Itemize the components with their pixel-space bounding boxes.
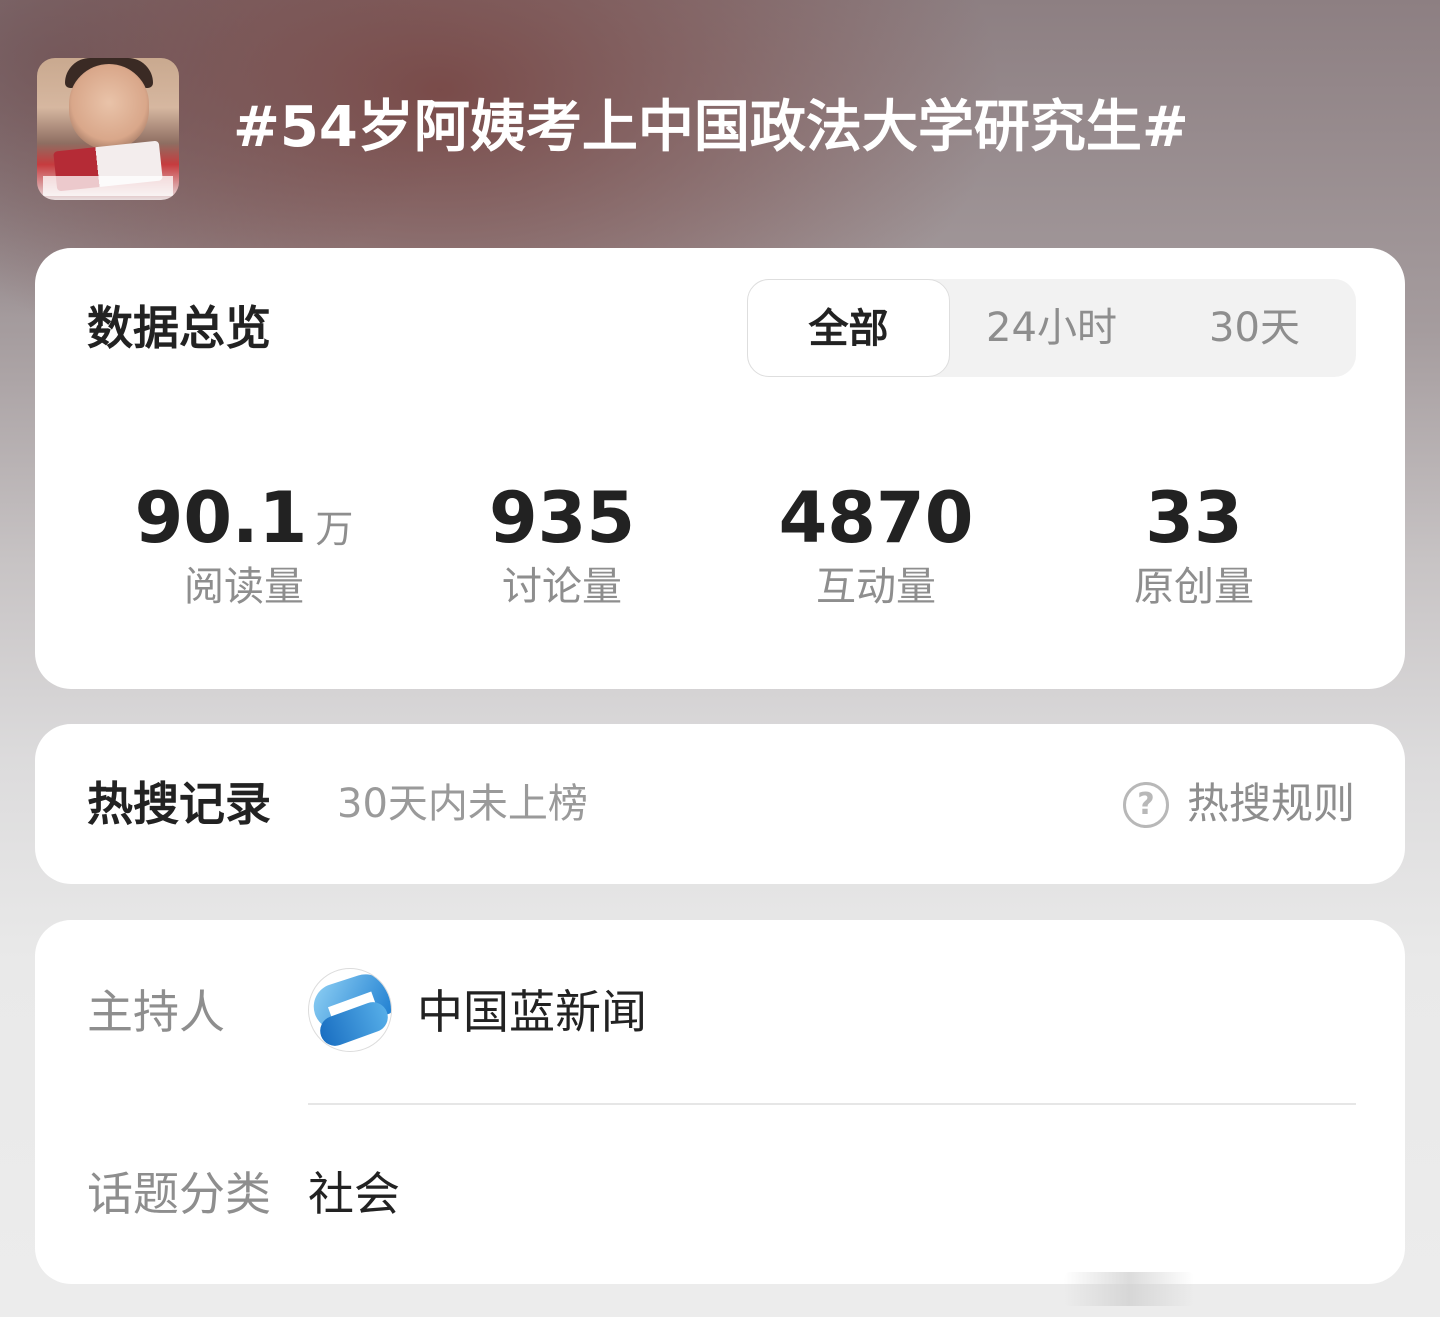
info-divider (308, 1103, 1356, 1105)
stat-discussions: 935 讨论量 (403, 476, 721, 616)
hot-search-rules-link[interactable]: ? 热搜规则 (1123, 772, 1368, 836)
watermark (1064, 1272, 1194, 1306)
stat-interactions-value: 4870 (778, 477, 974, 559)
question-circle-icon: ? (1123, 782, 1169, 828)
topic-title: #54岁阿姨考上中国政法大学研究生# (233, 95, 1189, 160)
topic-header: #54岁阿姨考上中国政法大学研究生# (37, 58, 1407, 200)
stat-reads-unit: 万 (315, 507, 354, 551)
stat-reads-value: 90.1 (134, 477, 308, 559)
tab-24h[interactable]: 24小时 (950, 279, 1153, 377)
hot-search-rules-label: 热搜规则 (1187, 779, 1356, 828)
topic-info-card: 主持人 中国蓝新闻 话题分类 社会 (35, 920, 1405, 1284)
stat-reads: 90.1 万 阅读量 (85, 476, 403, 616)
host-name[interactable]: 中国蓝新闻 (417, 980, 647, 1044)
overview-title: 数据总览 (87, 301, 271, 355)
hot-search-status: 30天内未上榜 (337, 781, 588, 827)
hot-search-title: 热搜记录 (87, 777, 271, 831)
topic-video-thumbnail[interactable] (37, 58, 179, 200)
hot-search-card: 热搜记录 30天内未上榜 ? 热搜规则 (35, 724, 1405, 884)
stat-reads-label: 阅读量 (184, 564, 304, 610)
stat-discussions-value: 935 (488, 477, 636, 559)
time-range-tabs: 全部 24小时 30天 (747, 279, 1356, 377)
data-overview-card: 数据总览 全部 24小时 30天 90.1 万 阅读量 935 讨论量 4870 … (35, 248, 1405, 689)
stat-originals-value: 33 (1145, 477, 1243, 559)
thumbnail-caption (43, 176, 173, 196)
stat-originals-label: 原创量 (1134, 564, 1254, 610)
category-label: 话题分类 (87, 1167, 271, 1221)
stat-discussions-label: 讨论量 (502, 564, 622, 610)
stat-originals: 33 原创量 (1035, 476, 1353, 616)
category-value: 社会 (308, 1167, 400, 1221)
tab-all[interactable]: 全部 (747, 279, 950, 377)
stat-interactions: 4870 互动量 (717, 476, 1035, 616)
host-label: 主持人 (87, 985, 225, 1039)
tab-30d[interactable]: 30天 (1153, 279, 1356, 377)
thumbnail-face (69, 64, 149, 150)
stat-interactions-label: 互动量 (816, 564, 936, 610)
news-logo-icon[interactable] (308, 968, 392, 1052)
